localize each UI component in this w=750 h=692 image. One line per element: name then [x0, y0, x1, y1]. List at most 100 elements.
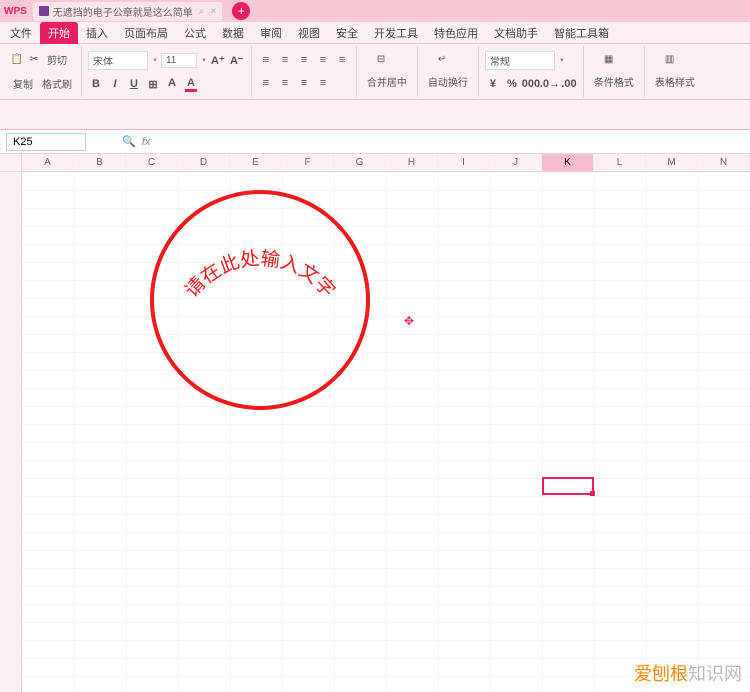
- col-header-i[interactable]: I: [438, 154, 490, 171]
- table-style-icon: ▥: [665, 54, 685, 74]
- cut-button[interactable]: 剪切: [44, 51, 70, 68]
- menu-review[interactable]: 审阅: [252, 22, 290, 44]
- tab-close-button[interactable]: ×: [210, 6, 216, 17]
- title-bar: WPS 无遮挡的电子公章就是这么简单 ⌕ × +: [0, 0, 750, 22]
- tab-title: 无遮挡的电子公章就是这么简单: [53, 4, 193, 19]
- wrap-icon: ↵: [438, 54, 458, 74]
- align-top-button[interactable]: ≡: [258, 52, 274, 68]
- select-all-corner[interactable]: [0, 154, 22, 171]
- styles-group: ▦ 条件格式: [584, 46, 645, 97]
- col-header-j[interactable]: J: [490, 154, 542, 171]
- table-style-button[interactable]: ▥ 表格样式: [651, 52, 699, 91]
- fill-color-button[interactable]: A: [164, 76, 180, 92]
- col-header-c[interactable]: C: [126, 154, 178, 171]
- col-header-f[interactable]: F: [282, 154, 334, 171]
- chevron-down-icon: ▼: [201, 58, 207, 64]
- cond-format-button[interactable]: ▦ 条件格式: [590, 52, 638, 91]
- move-cursor-icon: ✥: [404, 314, 414, 328]
- font-name-select[interactable]: 宋体: [88, 51, 148, 70]
- clipboard-group: 📋 ✂ 剪切 复制 格式刷: [4, 46, 82, 97]
- watermark: 爱刨根知识网: [634, 660, 742, 686]
- align-right-button[interactable]: ≡: [296, 75, 312, 91]
- column-headers: A B C D E F G H I J K L M N: [0, 154, 750, 172]
- chevron-down-icon: ▼: [559, 58, 565, 64]
- menu-security[interactable]: 安全: [328, 22, 366, 44]
- underline-button[interactable]: U: [126, 76, 142, 92]
- grid-background: [0, 172, 750, 692]
- menu-featured[interactable]: 特色应用: [426, 22, 486, 44]
- align-justify-button[interactable]: ≡: [315, 75, 331, 91]
- spreadsheet-grid[interactable]: 请在此处输入文字 ✥ 爱刨根知识网: [0, 172, 750, 692]
- percent-button[interactable]: %: [504, 76, 520, 92]
- font-color-button[interactable]: A: [183, 76, 199, 92]
- font-size-select[interactable]: 11: [161, 53, 197, 68]
- active-cell[interactable]: [542, 477, 594, 495]
- format-painter-button[interactable]: 格式刷: [39, 75, 75, 92]
- menu-devtools[interactable]: 开发工具: [366, 22, 426, 44]
- watermark-rest: 知识网: [688, 664, 742, 684]
- align-center-button[interactable]: ≡: [277, 75, 293, 91]
- menu-layout[interactable]: 页面布局: [116, 22, 176, 44]
- cond-format-icon: ▦: [604, 54, 624, 74]
- fx-button[interactable]: fx: [142, 136, 151, 148]
- paste-icon[interactable]: 📋: [10, 53, 24, 67]
- merge-icon: ⊟: [377, 54, 397, 74]
- row-headers[interactable]: [0, 172, 22, 692]
- merge-center-button[interactable]: ⊟ 合并居中: [363, 52, 411, 91]
- menu-dochelper[interactable]: 文档助手: [486, 22, 546, 44]
- dec-dec-button[interactable]: .00: [561, 76, 577, 92]
- chevron-down-icon: ▼: [152, 58, 158, 64]
- ribbon-gap: [0, 100, 750, 130]
- col-header-h[interactable]: H: [386, 154, 438, 171]
- align-bottom-button[interactable]: ≡: [296, 52, 312, 68]
- currency-button[interactable]: ¥: [485, 76, 501, 92]
- decrease-font-button[interactable]: A⁻: [229, 53, 245, 69]
- col-header-d[interactable]: D: [178, 154, 230, 171]
- stamp-circle-shape[interactable]: 请在此处输入文字 ✥: [150, 190, 370, 410]
- col-header-a[interactable]: A: [22, 154, 74, 171]
- name-box[interactable]: K25: [6, 133, 86, 151]
- col-header-k[interactable]: K: [542, 154, 594, 171]
- wrap-group: ↵ 自动换行: [418, 46, 479, 97]
- watermark-accent: 爱刨根: [634, 664, 688, 684]
- app-logo: WPS: [4, 6, 27, 17]
- align-middle-button[interactable]: ≡: [277, 52, 293, 68]
- menu-view[interactable]: 视图: [290, 22, 328, 44]
- menu-data[interactable]: 数据: [214, 22, 252, 44]
- italic-button[interactable]: I: [107, 76, 123, 92]
- indent-inc-button[interactable]: ≡: [334, 52, 350, 68]
- search-icon[interactable]: 🔍: [122, 135, 136, 148]
- col-header-m[interactable]: M: [646, 154, 698, 171]
- scissors-icon: ✂: [27, 53, 41, 67]
- document-tab[interactable]: 无遮挡的电子公章就是这么简单 ⌕ ×: [33, 2, 222, 21]
- col-header-g[interactable]: G: [334, 154, 386, 171]
- col-header-n[interactable]: N: [698, 154, 750, 171]
- auto-wrap-button[interactable]: ↵ 自动换行: [424, 52, 472, 91]
- font-group: 宋体 ▼ 11 ▼ A⁺ A⁻ B I U ⊞ A A: [82, 46, 252, 97]
- comma-button[interactable]: 000: [523, 76, 539, 92]
- menu-insert[interactable]: 插入: [78, 22, 116, 44]
- increase-font-button[interactable]: A⁺: [210, 53, 226, 69]
- doc-icon: [39, 6, 49, 16]
- align-left-button[interactable]: ≡: [258, 75, 274, 91]
- menu-bar: 文件 开始 插入 页面布局 公式 数据 审阅 视图 安全 开发工具 特色应用 文…: [0, 22, 750, 44]
- new-tab-button[interactable]: +: [232, 2, 250, 20]
- border-button[interactable]: ⊞: [145, 76, 161, 92]
- stamp-arc-text[interactable]: 请在此处输入文字: [181, 248, 339, 302]
- col-header-l[interactable]: L: [594, 154, 646, 171]
- table-style-group: ▥ 表格样式: [645, 46, 705, 97]
- col-header-e[interactable]: E: [230, 154, 282, 171]
- number-format-select[interactable]: 常规: [485, 51, 555, 70]
- menu-formula[interactable]: 公式: [176, 22, 214, 44]
- bold-button[interactable]: B: [88, 76, 104, 92]
- copy-button[interactable]: 复制: [10, 75, 36, 92]
- menu-start[interactable]: 开始: [40, 22, 78, 44]
- comment-icon: ⌕: [199, 6, 205, 17]
- formula-bar: K25 🔍 fx: [0, 130, 750, 154]
- merge-group: ⊟ 合并居中: [357, 46, 418, 97]
- col-header-b[interactable]: B: [74, 154, 126, 171]
- dec-inc-button[interactable]: .0→: [542, 76, 558, 92]
- menu-toolbox[interactable]: 智能工具箱: [546, 22, 617, 44]
- menu-file[interactable]: 文件: [2, 22, 40, 44]
- indent-dec-button[interactable]: ≡: [315, 52, 331, 68]
